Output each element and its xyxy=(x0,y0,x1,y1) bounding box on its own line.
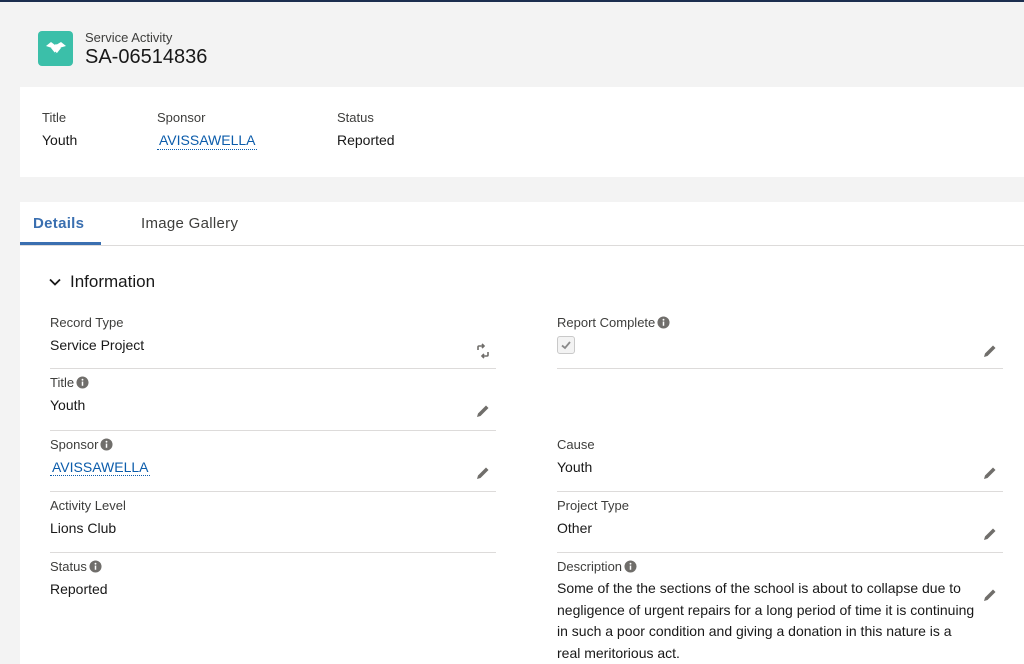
record-header: Service Activity SA-06514836 xyxy=(20,2,1024,86)
chevron-down-icon xyxy=(49,278,61,286)
handshake-icon xyxy=(38,31,73,66)
highlight-status-value: Reported xyxy=(337,132,395,148)
object-type-label: Service Activity xyxy=(85,30,173,45)
field-value: Reported xyxy=(50,581,108,597)
info-icon[interactable] xyxy=(89,560,102,573)
field-divider xyxy=(50,552,496,553)
tab-image-gallery[interactable]: Image Gallery xyxy=(141,215,238,232)
edit-sponsor-icon[interactable] xyxy=(475,465,491,481)
field-label: Project Type xyxy=(557,498,630,513)
field-project-type: Project Type Other xyxy=(557,498,629,536)
field-sponsor: Sponsor AVISSAWELLA xyxy=(50,437,151,476)
change-record-type-icon[interactable] xyxy=(475,343,491,359)
field-label: Record Type xyxy=(50,315,124,330)
tab-details[interactable]: Details xyxy=(33,215,84,232)
field-label: Activity Level xyxy=(50,498,126,513)
field-title: Title Youth xyxy=(50,375,89,413)
field-description: Description Some of the the sections of … xyxy=(557,559,977,664)
highlight-status-label: Status xyxy=(337,110,374,125)
field-divider xyxy=(50,368,496,369)
field-divider xyxy=(50,430,496,431)
highlight-title: Title Youth xyxy=(42,110,77,148)
edit-report-complete-icon[interactable] xyxy=(982,343,998,359)
highlight-status: Status Reported xyxy=(337,110,395,148)
field-report-complete: Report Complete xyxy=(557,315,670,354)
field-divider xyxy=(557,491,1003,492)
field-divider xyxy=(557,552,1003,553)
field-cause: Cause Youth xyxy=(557,437,595,475)
field-label: Status xyxy=(50,559,87,574)
active-tab-indicator xyxy=(20,242,101,245)
info-icon[interactable] xyxy=(657,316,670,329)
field-record-type: Record Type Service Project xyxy=(50,315,144,353)
section-title: Information xyxy=(70,272,156,291)
edit-description-icon[interactable] xyxy=(982,587,998,603)
description-value: Some of the the sections of the school i… xyxy=(557,580,975,661)
highlights-panel: Title Youth Sponsor AVISSAWELLA Status R… xyxy=(20,87,1024,177)
section-toggle[interactable]: Information xyxy=(48,272,155,292)
field-label: Sponsor xyxy=(50,437,99,452)
highlight-title-label: Title xyxy=(42,110,67,125)
tab-bar: Details Image Gallery xyxy=(20,202,1024,246)
checkmark-icon xyxy=(561,341,571,350)
edit-cause-icon[interactable] xyxy=(982,465,998,481)
field-value: Service Project xyxy=(50,337,145,353)
info-icon[interactable] xyxy=(100,438,113,451)
field-value: Lions Club xyxy=(50,520,117,536)
field-value: Other xyxy=(557,520,593,536)
highlight-sponsor: Sponsor AVISSAWELLA xyxy=(157,110,258,150)
info-icon[interactable] xyxy=(624,560,637,573)
details-card: Details Image Gallery Information Record… xyxy=(20,202,1024,664)
field-value: Youth xyxy=(557,459,593,475)
edit-title-icon[interactable] xyxy=(475,403,491,419)
field-divider xyxy=(557,368,1003,369)
field-value: Youth xyxy=(50,397,86,413)
report-complete-checkbox xyxy=(557,336,575,354)
field-label: Report Complete xyxy=(557,315,656,330)
field-label: Description xyxy=(557,559,623,574)
highlight-sponsor-label: Sponsor xyxy=(157,110,206,125)
field-status: Status Reported xyxy=(50,559,108,597)
edit-project-type-icon[interactable] xyxy=(982,526,998,542)
sponsor-link[interactable]: AVISSAWELLA xyxy=(50,459,151,476)
highlight-title-value: Youth xyxy=(42,132,78,148)
field-divider xyxy=(50,491,496,492)
field-label: Title xyxy=(50,375,75,390)
field-activity-level: Activity Level Lions Club xyxy=(50,498,126,536)
field-label: Cause xyxy=(557,437,595,452)
highlight-sponsor-link[interactable]: AVISSAWELLA xyxy=(157,132,258,150)
info-icon[interactable] xyxy=(76,376,89,389)
record-name: SA-06514836 xyxy=(85,46,208,68)
